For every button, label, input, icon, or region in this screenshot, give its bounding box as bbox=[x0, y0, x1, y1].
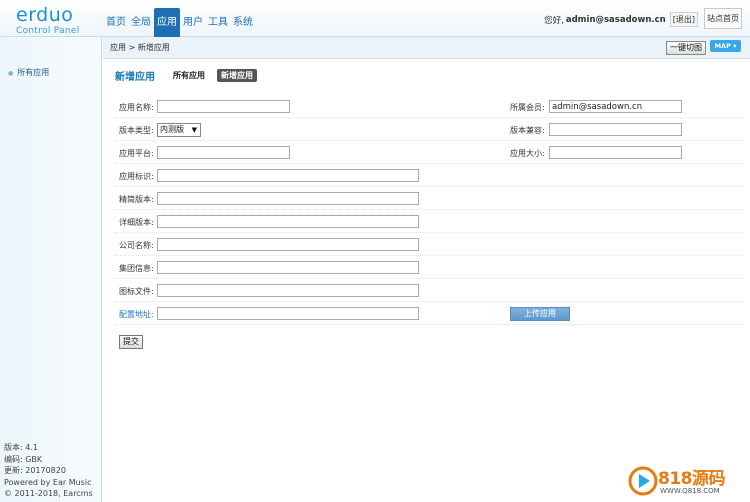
app-id-label: 应用标识: bbox=[119, 172, 154, 181]
version-type-select[interactable]: 内测版 ▼ bbox=[157, 123, 201, 137]
watermark-url: WWW.Q818.COM bbox=[660, 487, 720, 495]
chevron-down-icon: ▾ bbox=[733, 42, 737, 50]
version-type-label: 版本类型: bbox=[119, 126, 154, 135]
sidebar-item-all-apps[interactable]: ● 所有应用 bbox=[0, 64, 101, 82]
title-row: 新增应用 所有应用 新增应用 bbox=[115, 68, 265, 83]
brief-version-label: 精简版本: bbox=[119, 195, 154, 204]
nav-global[interactable]: 全局 bbox=[129, 13, 153, 37]
breadcrumb: 应用 > 新增应用 bbox=[110, 43, 170, 52]
platform-label: 应用平台: bbox=[119, 149, 154, 158]
app-size-input[interactable] bbox=[549, 146, 682, 159]
site-home-button[interactable]: 站点首页 bbox=[704, 8, 742, 29]
page-title: 新增应用 bbox=[115, 72, 155, 83]
detail-version-input[interactable] bbox=[157, 215, 419, 228]
breadcrumb-bar: 应用 > 新增应用 一键切图 MAP ▾ bbox=[103, 37, 750, 59]
group-info-label: 集团信息: bbox=[119, 264, 154, 273]
nav-users[interactable]: 用户 bbox=[181, 13, 205, 37]
logo[interactable]: erduo Control Panel bbox=[16, 4, 80, 37]
form-row: 配置地址: 上传应用 bbox=[115, 302, 743, 325]
nav-system[interactable]: 系统 bbox=[231, 13, 255, 37]
icon-file-label: 图标文件: bbox=[119, 287, 154, 296]
new-app-form: 应用名称: 所属会员: 版本类型: 内测版 ▼ 版本兼容: 应用平台: 应用大小… bbox=[115, 95, 743, 325]
bullet-icon: ● bbox=[8, 70, 14, 77]
version-text: 版本: 4.1 bbox=[4, 443, 38, 452]
main-nav: 首页 全局 应用 用户 工具 系统 bbox=[104, 8, 256, 37]
encoding-text: 编码: GBK bbox=[4, 454, 43, 464]
company-label: 公司名称: bbox=[119, 241, 154, 250]
watermark-text: 818源码 bbox=[658, 469, 726, 489]
username: admin@sasadown.cn bbox=[565, 14, 666, 25]
app-size-label: 应用大小: bbox=[510, 149, 545, 158]
sidebar: ● 所有应用 版本: 4.1 编码: GBK 更新: 20170820 Power… bbox=[0, 37, 102, 502]
shortcut-button[interactable]: 一键切图 bbox=[666, 41, 706, 55]
chevron-down-icon: ▼ bbox=[191, 126, 197, 134]
submit-button[interactable]: 提交 bbox=[119, 335, 143, 349]
nav-tools[interactable]: 工具 bbox=[206, 13, 230, 37]
logout-button[interactable]: [退出] bbox=[669, 12, 698, 27]
logo-subtitle: Control Panel bbox=[16, 26, 80, 36]
version-compat-input[interactable] bbox=[549, 123, 682, 136]
form-row: 详细版本: bbox=[115, 210, 743, 233]
upload-app-button[interactable]: 上传应用 bbox=[510, 307, 570, 321]
group-info-input[interactable] bbox=[157, 261, 419, 274]
nav-home[interactable]: 首页 bbox=[104, 13, 128, 37]
platform-input[interactable] bbox=[157, 146, 290, 159]
app-name-label: 应用名称: bbox=[119, 103, 154, 112]
play-logo-icon bbox=[628, 466, 658, 496]
app-id-input[interactable] bbox=[157, 169, 419, 182]
nav-apps[interactable]: 应用 bbox=[154, 8, 180, 37]
tab-all-apps[interactable]: 所有应用 bbox=[169, 69, 209, 82]
tab-new-app[interactable]: 新增应用 bbox=[217, 69, 257, 82]
form-row: 应用名称: 所属会员: bbox=[115, 95, 743, 118]
sidebar-item-label: 所有应用 bbox=[17, 68, 50, 77]
user-area: 您好, admin@sasadown.cn [退出] bbox=[544, 12, 698, 27]
detail-version-label: 详细版本: bbox=[119, 218, 154, 227]
powered-text: Powered by Ear Music bbox=[4, 477, 92, 487]
form-row: 图标文件: bbox=[115, 279, 743, 302]
map-button[interactable]: MAP ▾ bbox=[710, 40, 741, 52]
form-row: 公司名称: bbox=[115, 233, 743, 256]
copyright-text: © 2011-2018, Earcms Inc. bbox=[4, 489, 93, 502]
config-url-input[interactable] bbox=[157, 307, 419, 320]
icon-file-input[interactable] bbox=[157, 284, 419, 297]
brief-version-input[interactable] bbox=[157, 192, 419, 205]
company-input[interactable] bbox=[157, 238, 419, 251]
version-type-value: 内测版 bbox=[160, 125, 184, 134]
sidebar-footer: 版本: 4.1 编码: GBK 更新: 20170820 Powered by … bbox=[4, 442, 101, 502]
updated-text: 更新: 20170820 bbox=[4, 466, 66, 475]
main-content: 新增应用 所有应用 新增应用 应用名称: 所属会员: 版本类型: 内测版 ▼ 版… bbox=[103, 59, 750, 502]
member-label: 所属会员: bbox=[510, 103, 545, 112]
logo-title: erduo bbox=[16, 4, 74, 26]
config-url-label[interactable]: 配置地址: bbox=[119, 309, 154, 320]
form-row: 应用平台: 应用大小: bbox=[115, 141, 743, 164]
app-name-input[interactable] bbox=[157, 100, 290, 113]
form-row: 应用标识: bbox=[115, 164, 743, 187]
top-header: erduo Control Panel 首页 全局 应用 用户 工具 系统 您好… bbox=[0, 0, 750, 37]
version-compat-label: 版本兼容: bbox=[510, 126, 545, 135]
form-row: 集团信息: bbox=[115, 256, 743, 279]
form-row: 版本类型: 内测版 ▼ 版本兼容: bbox=[115, 118, 743, 141]
member-input[interactable] bbox=[549, 100, 682, 113]
greeting: 您好, bbox=[544, 15, 564, 26]
form-row: 精简版本: bbox=[115, 187, 743, 210]
map-label: MAP bbox=[714, 42, 731, 50]
watermark: 818源码 WWW.Q818.COM bbox=[628, 464, 748, 500]
